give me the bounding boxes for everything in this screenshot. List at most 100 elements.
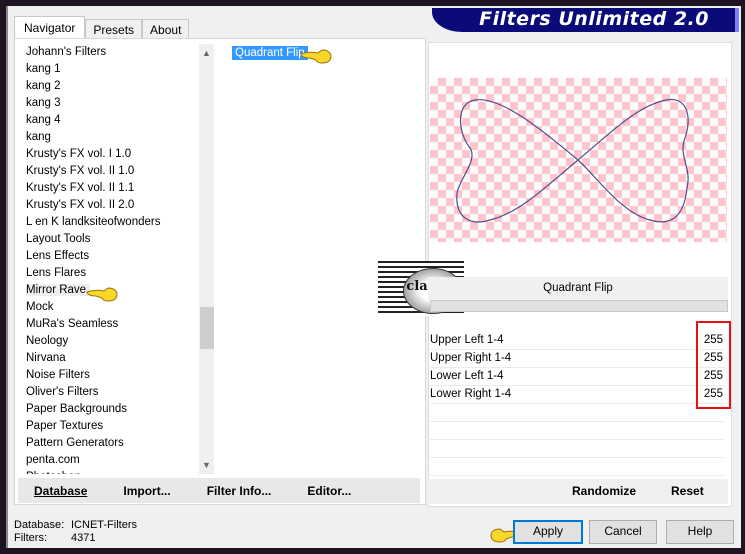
tab-bar: Navigator Presets About [14, 16, 190, 40]
category-label: kang 2 [26, 80, 61, 92]
category-label: Nirvana [26, 352, 66, 364]
param-row-empty [428, 422, 725, 440]
param-row-empty [428, 440, 725, 458]
category-item[interactable]: Paper Textures [18, 418, 198, 435]
category-item[interactable]: Photoshop... [18, 469, 198, 474]
category-label: Oliver's Filters [26, 386, 99, 398]
category-item[interactable]: Layout Tools [18, 231, 198, 248]
tab-navigator[interactable]: Navigator [14, 16, 86, 40]
category-item[interactable]: Nirvana [18, 350, 198, 367]
filter-list[interactable]: Quadrant Flip [220, 44, 420, 474]
param-row-upper-left[interactable]: Upper Left 1-4 255 [428, 332, 725, 350]
category-item[interactable]: L en K landksiteofwonders [18, 214, 198, 231]
banner-edge [735, 8, 739, 32]
category-label: Johann's Filters [26, 46, 107, 58]
database-button[interactable]: Database [34, 484, 87, 498]
category-item[interactable]: Krusty's FX vol. I 1.0 [18, 146, 198, 163]
category-label: Mock [26, 301, 54, 313]
category-label: Paper Textures [26, 420, 104, 432]
scroll-down-icon[interactable]: ▼ [199, 458, 214, 472]
randomize-button[interactable]: Randomize [572, 484, 636, 498]
category-label: MuRa's Seamless [26, 318, 119, 330]
category-item[interactable]: kang 4 [18, 112, 198, 129]
reset-button[interactable]: Reset [671, 484, 704, 498]
highlight-box [696, 321, 731, 409]
progress-bar [430, 300, 728, 312]
category-item[interactable]: Lens Flares [18, 265, 198, 282]
category-item[interactable]: kang 1 [18, 61, 198, 78]
editor-button[interactable]: Editor... [307, 484, 351, 498]
category-label: kang 3 [26, 97, 61, 109]
param-label: Upper Right 1-4 [430, 352, 512, 364]
category-label: L en K landksiteofwonders [26, 216, 161, 228]
param-label: Lower Right 1-4 [430, 388, 512, 400]
title-banner: Filters Unlimited 2.0 [432, 8, 739, 32]
category-label: Krusty's FX vol. II 1.1 [26, 182, 135, 194]
category-label: Pattern Generators [26, 437, 124, 449]
category-item[interactable]: Krusty's FX vol. II 1.1 [18, 180, 198, 197]
category-label: Paper Backgrounds [26, 403, 128, 415]
preview-image [430, 78, 727, 242]
category-label: Mirror Rave [26, 284, 91, 296]
category-label: Layout Tools [26, 233, 91, 245]
preview-curve [456, 98, 689, 223]
tab-about[interactable]: About [142, 19, 190, 39]
category-label: kang 1 [26, 63, 61, 75]
tab-presets[interactable]: Presets [85, 19, 143, 39]
param-row-lower-left[interactable]: Lower Left 1-4 255 [428, 368, 725, 386]
database-value: ICNET-Filters [71, 519, 137, 531]
scroll-thumb[interactable] [200, 307, 214, 349]
filter-info-button[interactable]: Filter Info... [207, 484, 272, 498]
category-label: Noise Filters [26, 369, 90, 381]
filters-count-value: 4371 [71, 532, 96, 544]
status-area: Database: ICNET-Filters Filters: 4371 [14, 519, 137, 545]
category-item[interactable]: Oliver's Filters [18, 384, 198, 401]
param-row-empty [428, 404, 725, 422]
import-button[interactable]: Import... [123, 484, 170, 498]
category-list[interactable]: Johann's Filters kang 1 kang 2 kang 3 kang 4… [18, 44, 198, 474]
category-item[interactable]: Lens Effects [18, 248, 198, 265]
category-label: penta.com [26, 454, 80, 466]
apply-button[interactable]: Apply [513, 520, 583, 544]
scroll-up-icon[interactable]: ▲ [199, 46, 214, 60]
category-item[interactable]: MuRa's Seamless [18, 316, 198, 333]
category-item[interactable]: Noise Filters [18, 367, 198, 384]
category-item[interactable]: Krusty's FX vol. II 2.0 [18, 197, 198, 214]
filter-name-display: Quadrant Flip [428, 277, 728, 300]
pointing-hand-icon [300, 49, 332, 64]
filter-item-selected[interactable]: Quadrant Flip [232, 46, 308, 60]
category-item[interactable]: Neology [18, 333, 198, 350]
category-label: Krusty's FX vol. II 2.0 [26, 199, 135, 211]
category-item[interactable]: Krusty's FX vol. II 1.0 [18, 163, 198, 180]
category-label: Krusty's FX vol. I 1.0 [26, 148, 132, 160]
category-item[interactable]: penta.com [18, 452, 198, 469]
category-label: Lens Effects [26, 250, 90, 262]
param-label: Lower Left 1-4 [430, 370, 504, 382]
cancel-button[interactable]: Cancel [589, 520, 657, 544]
category-item[interactable]: kang 2 [18, 78, 198, 95]
category-label: kang [26, 131, 51, 143]
category-item[interactable]: kang 3 [18, 95, 198, 112]
pointing-hand-icon [86, 287, 118, 302]
category-item[interactable]: Johann's Filters [18, 44, 198, 61]
app-title: Filters Unlimited 2.0 [479, 8, 709, 30]
param-row-lower-right[interactable]: Lower Right 1-4 255 [428, 386, 725, 404]
category-scrollbar[interactable]: ▲ ▼ [199, 44, 214, 474]
param-label: Upper Left 1-4 [430, 334, 504, 346]
param-row-empty [428, 458, 725, 476]
category-item[interactable]: Paper Backgrounds [18, 401, 198, 418]
category-item[interactable]: kang [18, 129, 198, 146]
parameter-list: Upper Left 1-4 255 Upper Right 1-4 255 L… [428, 332, 725, 476]
category-label: Krusty's FX vol. II 1.0 [26, 165, 135, 177]
navigator-button-bar: Database Import... Filter Info... Editor… [18, 478, 420, 503]
database-label: Database: [14, 519, 65, 531]
category-label: kang 4 [26, 114, 61, 126]
category-label: Lens Flares [26, 267, 87, 279]
category-item[interactable]: Pattern Generators [18, 435, 198, 452]
param-row-upper-right[interactable]: Upper Right 1-4 255 [428, 350, 725, 368]
category-label: Neology [26, 335, 69, 347]
category-label: Photoshop... [26, 471, 91, 474]
preview-button-bar: Randomize Reset [428, 479, 728, 504]
help-button[interactable]: Help [666, 520, 734, 544]
filters-count-label: Filters: [14, 532, 47, 544]
